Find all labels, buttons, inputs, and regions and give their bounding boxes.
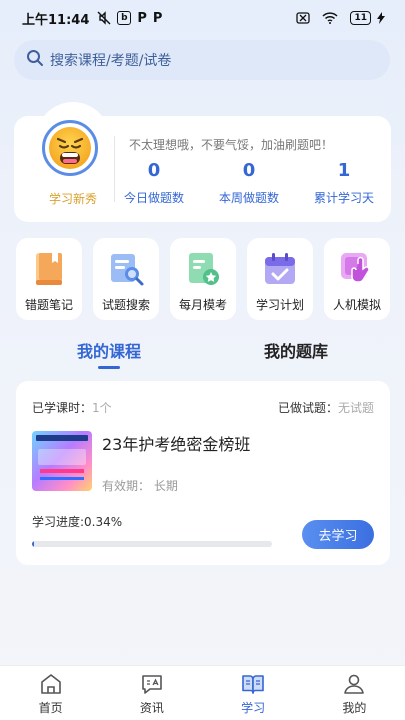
- action-label: 试题搜索: [101, 298, 150, 312]
- nav-news[interactable]: 资讯: [101, 666, 202, 720]
- wrong-notes-icon: [36, 253, 62, 285]
- stat-today-value: 0: [147, 160, 161, 181]
- study-icon: [242, 675, 264, 694]
- home-icon: [40, 674, 61, 694]
- bottom-navigation: 首页 资讯 学习 我的: [0, 665, 405, 720]
- tests-done-label: 已做试题：: [277, 401, 338, 415]
- studied-hours-label: 已学课时：: [32, 401, 93, 415]
- nav-profile-label: 我的: [342, 701, 367, 715]
- mute-icon: [97, 11, 111, 25]
- studied-hours: 已学课时：1个: [32, 399, 112, 416]
- progress-fill: [32, 541, 35, 547]
- profile-stats-card: 学习新秀 不太理想哦，不要气馁，加油刷题吧！ 0 今日做题数 0 本周做题数 1…: [14, 102, 391, 222]
- stat-total-days-label: 累计学习天: [313, 191, 374, 205]
- question-search-icon: [111, 254, 144, 286]
- stat-week-value: 0: [242, 160, 256, 181]
- charging-icon: [377, 12, 385, 24]
- action-label: 每月模考: [178, 298, 227, 312]
- study-plan-icon: [265, 253, 295, 284]
- parking-icon-2: P: [152, 10, 163, 26]
- course-card[interactable]: 已学课时：1个 已做试题：无试题 23年护考绝密金榜班 有效期： 长期 学习进度…: [16, 381, 390, 565]
- tab-my-courses[interactable]: 我的课程: [77, 338, 141, 362]
- stat-today-label: 今日做题数: [123, 191, 184, 205]
- status-time: 上午11:44: [22, 12, 90, 28]
- stat-total-days[interactable]: 1 累计学习天: [304, 160, 384, 206]
- stat-today[interactable]: 0 今日做题数: [114, 160, 194, 206]
- nav-study-label: 学习: [241, 701, 266, 715]
- notification-app-icon: b: [117, 11, 132, 25]
- nav-profile[interactable]: 我的: [304, 666, 405, 720]
- stat-week[interactable]: 0 本周做题数: [209, 160, 289, 206]
- level-badge: 学习新秀: [48, 192, 97, 206]
- battery-icon: 11: [350, 11, 371, 25]
- action-label: 学习计划: [255, 298, 304, 312]
- monthly-exam-icon: [189, 253, 219, 285]
- action-question-search[interactable]: 试题搜索: [93, 238, 159, 320]
- action-label: 错题笔记: [24, 298, 73, 312]
- nav-news-label: 资讯: [139, 701, 164, 715]
- status-bar: 上午11:44 b P P 11: [0, 0, 405, 36]
- tests-done: 已做试题：无试题: [278, 399, 374, 416]
- search-icon: [26, 49, 44, 71]
- tests-done-value: 无试题: [337, 401, 374, 415]
- stat-week-label: 本周做题数: [218, 191, 279, 205]
- avatar[interactable]: [42, 120, 98, 176]
- battery-level: 11: [354, 13, 367, 23]
- course-title[interactable]: 23年护考绝密金榜班: [102, 431, 250, 455]
- nav-home-label: 首页: [38, 701, 63, 715]
- sad-face-icon: [49, 127, 91, 169]
- news-icon: [142, 675, 162, 694]
- wifi-icon: [322, 12, 338, 24]
- tab-my-question-bank[interactable]: 我的题库: [264, 338, 328, 362]
- start-learning-button[interactable]: 去学习: [302, 520, 374, 549]
- progress-label: 学习进度:0.34%: [32, 515, 123, 529]
- studied-hours-value: 1个: [92, 401, 112, 415]
- course-validity: 有效期： 长期: [102, 479, 178, 493]
- search-placeholder: 搜索课程/考题/试卷: [50, 53, 172, 69]
- course-tabs: 我的课程 我的题库: [0, 334, 405, 374]
- stat-total-days-value: 1: [337, 160, 351, 181]
- nav-study[interactable]: 学习: [203, 666, 304, 720]
- sim-off-icon: [296, 12, 311, 24]
- action-study-plan[interactable]: 学习计划: [247, 238, 313, 320]
- course-cover-image[interactable]: [32, 431, 92, 491]
- action-label: 人机模拟: [332, 298, 381, 312]
- progress-bar: [32, 541, 272, 547]
- search-bar[interactable]: 搜索课程/考题/试卷: [14, 40, 390, 80]
- simulation-icon: [341, 253, 370, 283]
- action-wrong-notes[interactable]: 错题笔记: [16, 238, 82, 320]
- action-simulation[interactable]: 人机模拟: [324, 238, 390, 320]
- quick-actions: 错题笔记 试题搜索 每月模考 学习计划 人机模拟: [16, 238, 390, 320]
- nav-home[interactable]: 首页: [0, 666, 101, 720]
- parking-icon: P: [137, 10, 147, 26]
- motto-text: 不太理想哦，不要气馁，加油刷题吧！: [129, 138, 334, 152]
- action-monthly-exam[interactable]: 每月模考: [170, 238, 236, 320]
- tab-indicator: [98, 366, 120, 369]
- profile-icon: [344, 674, 365, 694]
